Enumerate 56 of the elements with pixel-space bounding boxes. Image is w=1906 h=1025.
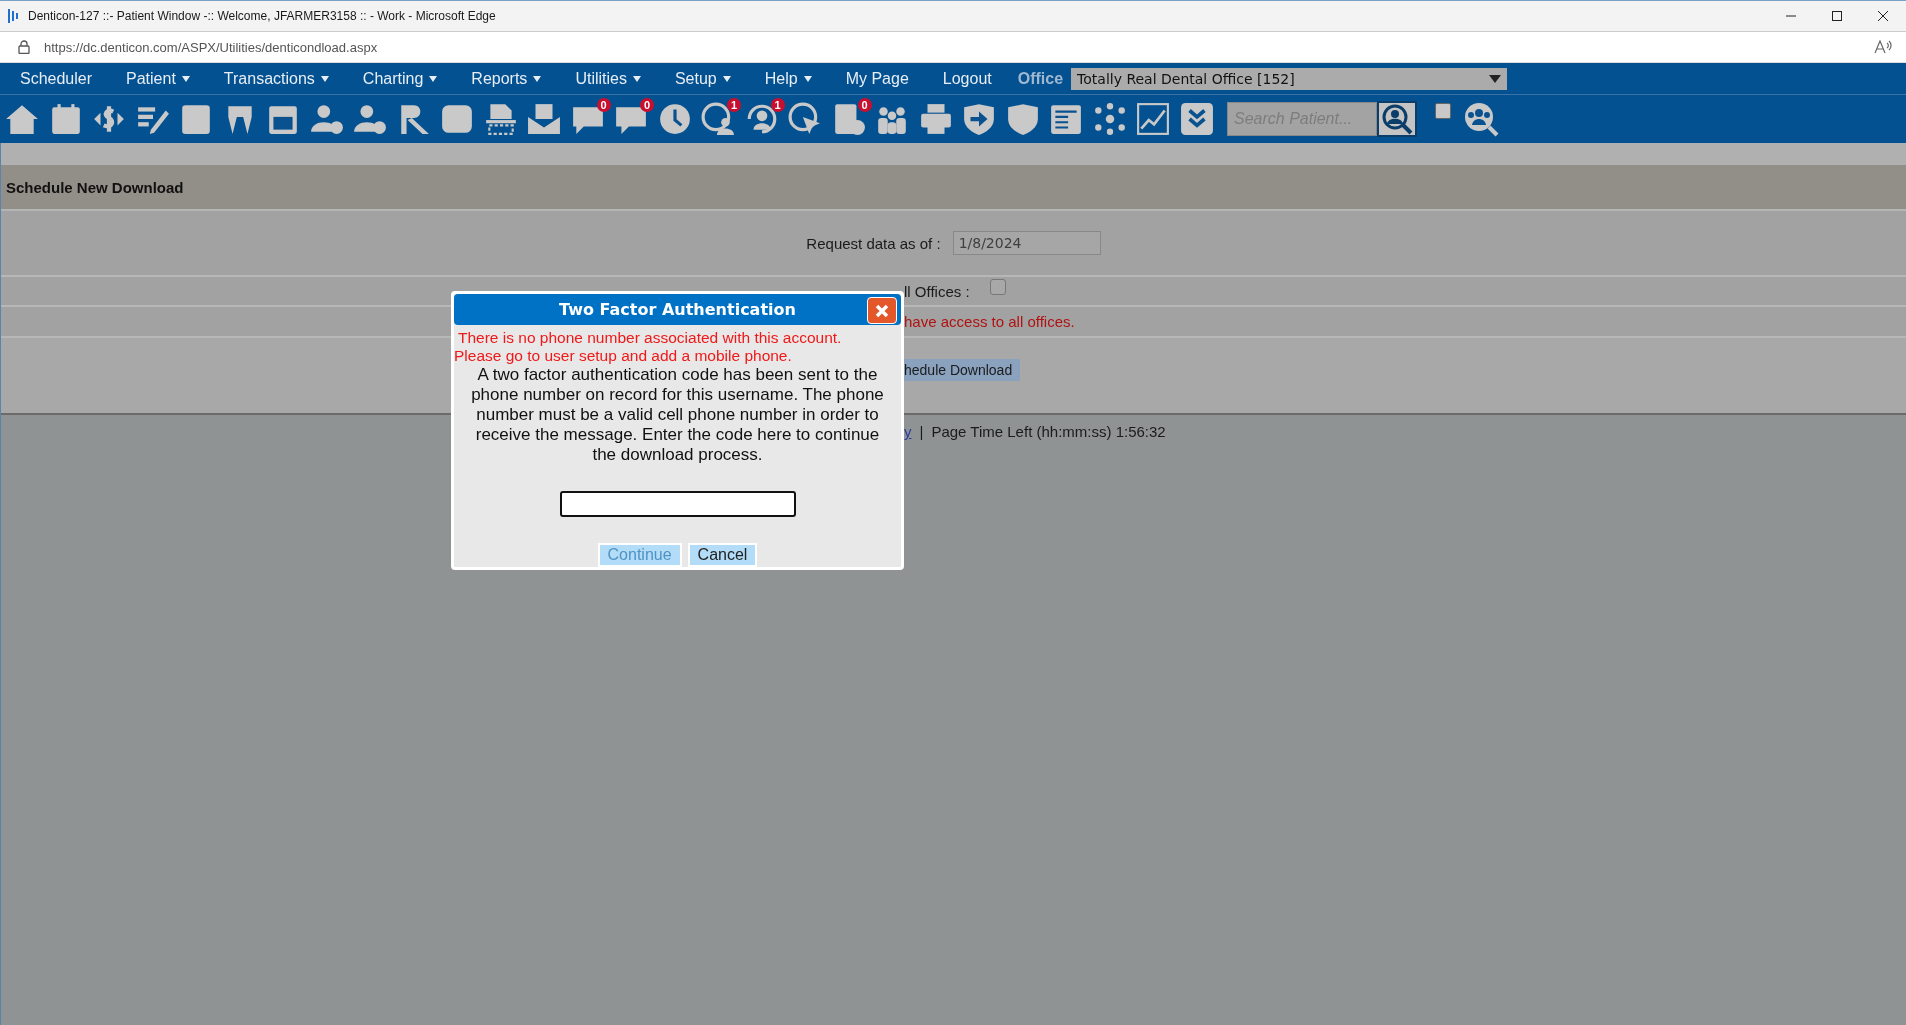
dialog-button[interactable]: Cancel xyxy=(687,543,758,567)
notification-badge: 1 xyxy=(727,98,741,112)
mail-icon[interactable] xyxy=(527,102,561,136)
read-aloud-icon[interactable] xyxy=(1874,40,1892,54)
clock-icon[interactable] xyxy=(657,102,692,136)
url-text[interactable]: https://dc.denticon.com/ASPX/Utilities/denticondload.aspx xyxy=(44,39,378,55)
close-button[interactable] xyxy=(867,297,897,324)
schedule-download-button[interactable]: hedule Download xyxy=(904,358,1021,381)
menu-item[interactable]: Help xyxy=(744,69,812,88)
dialog-title: Two Factor Authentication xyxy=(559,300,796,320)
menu-item[interactable]: Utilities xyxy=(555,69,641,88)
window-title: Denticon-127 ::- Patient Window -:: Welcome, JFARMER3158 :: - Work - Microsoft Edge xyxy=(28,9,496,23)
line-chart-icon[interactable] xyxy=(1136,102,1170,136)
office-label: Office xyxy=(1017,69,1064,88)
lock-icon[interactable] xyxy=(18,40,30,54)
dialog-message: A two factor authentication code has been sent to the phone number on record for this username. The phone number must be a valid cell phone number in order to receive the message. Enter the code here to continue the download process. xyxy=(470,365,885,466)
code-input-field[interactable] xyxy=(559,491,796,517)
list-document-icon[interactable] xyxy=(1049,102,1083,136)
page-time-left: Page Time Left (hh:mm:ss) 1:56:32 xyxy=(931,423,1166,440)
browser-app-icon xyxy=(8,9,18,23)
request-date-label: Request data as of : xyxy=(806,234,941,252)
date-field[interactable]: 1/8/2024 xyxy=(952,231,1101,255)
notification-badge: 1 xyxy=(770,98,785,112)
menu-item[interactable]: Patient xyxy=(106,69,190,88)
toolbar-checkbox[interactable] xyxy=(1435,103,1451,119)
menu-item[interactable]: Logout xyxy=(922,69,992,88)
printer-icon[interactable] xyxy=(918,102,953,136)
shield-arrow-icon[interactable] xyxy=(962,102,996,136)
menu-item[interactable]: Reports xyxy=(451,69,542,88)
group-search-icon[interactable] xyxy=(1463,101,1499,137)
notification-badge: 0 xyxy=(640,98,654,112)
error-message: There is no phone number associated with this account. xyxy=(457,329,843,348)
all-offices-checkbox[interactable] xyxy=(989,279,1006,295)
menu-item[interactable]: Transactions xyxy=(203,69,329,88)
office-dropdown[interactable]: Totally Real Dental Office [152] xyxy=(1071,67,1508,90)
menu-item[interactable]: Charting xyxy=(342,69,438,88)
globe-person-icon[interactable] xyxy=(701,102,735,136)
footer-separator: | xyxy=(919,423,924,440)
all-offices-label: ll Offices : xyxy=(904,282,970,300)
network-icon[interactable] xyxy=(1092,102,1127,136)
section-title: Schedule New Download xyxy=(6,178,184,196)
add-person-icon[interactable] xyxy=(353,102,387,136)
add-person-icon[interactable] xyxy=(309,102,344,136)
scanner-icon[interactable] xyxy=(483,102,518,136)
access-note: have access to all offices. xyxy=(904,313,1075,330)
menu-item[interactable]: My Page xyxy=(825,69,909,88)
globe-cursor-icon[interactable] xyxy=(788,102,822,136)
error-message: Please go to user setup and add a mobile phone. xyxy=(454,347,793,366)
caret-icon xyxy=(1489,74,1502,83)
notification-badge: 0 xyxy=(596,98,611,112)
menu-item[interactable]: Scheduler xyxy=(0,69,93,88)
notification-badge: 0 xyxy=(857,98,872,112)
close-icon xyxy=(875,303,889,318)
patient-search-button[interactable] xyxy=(1377,101,1417,137)
chevron-down-icon[interactable] xyxy=(1179,102,1214,136)
menu-item[interactable]: Setup xyxy=(654,69,731,88)
